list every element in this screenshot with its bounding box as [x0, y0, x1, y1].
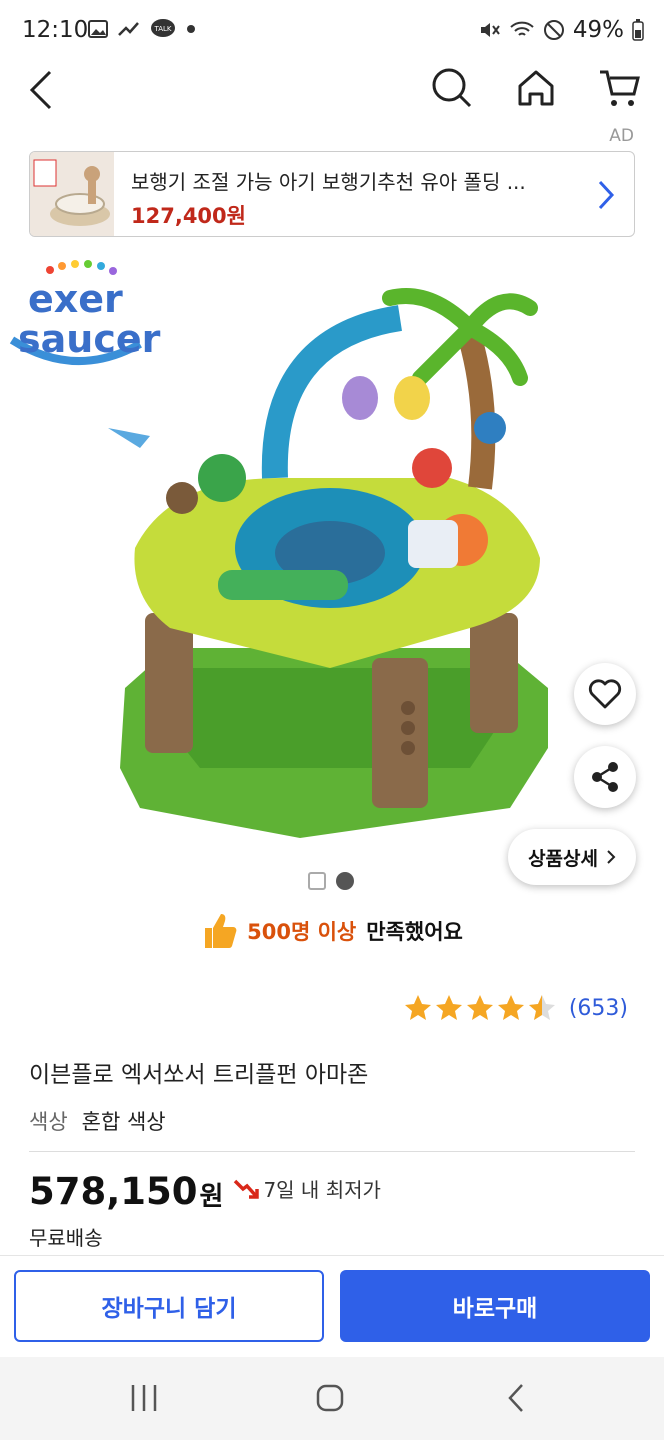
search-icon[interactable] — [430, 66, 474, 110]
trend-down-icon — [234, 1179, 260, 1199]
chevron-right-icon — [598, 180, 615, 210]
satisfaction-count: 500명 이상 — [247, 920, 357, 944]
lowest-price-text: 7일 내 최저가 — [263, 1178, 381, 1202]
trend-icon — [118, 22, 139, 36]
back-nav-icon[interactable] — [504, 1383, 532, 1413]
price-unit: 원 — [199, 1182, 224, 1212]
share-button[interactable] — [574, 746, 636, 808]
ad-thumbnail — [30, 152, 114, 236]
product-detail-button[interactable]: 상품상세 — [508, 829, 636, 885]
share-icon — [592, 762, 618, 792]
wifi-icon — [510, 21, 534, 36]
battery-icon — [632, 19, 644, 41]
product-image[interactable]: exer saucer — [0, 248, 664, 858]
ad-banner[interactable]: 보행기 조절 가능 아기 보행기추천 유아 폴딩 ... 127,400원 — [29, 151, 635, 237]
heart-icon — [588, 679, 622, 709]
pager-video-indicator[interactable] — [308, 872, 326, 890]
rating[interactable]: (653) — [403, 993, 628, 1023]
dot-icon — [187, 25, 195, 33]
battery-level: 49% — [572, 17, 624, 43]
thumbs-up-icon — [205, 914, 237, 948]
status-time: 12:10 — [22, 17, 89, 43]
product-price: 578,150 — [29, 1170, 198, 1213]
satisfaction-banner: 500명 이상 만족했어요 — [0, 912, 664, 950]
lowest-price-badge: 7일 내 최저가 — [233, 1174, 381, 1203]
cart-icon[interactable] — [598, 66, 642, 110]
system-indicators: 49% — [479, 17, 644, 43]
divider — [29, 1151, 635, 1152]
home-nav-icon[interactable] — [316, 1383, 344, 1413]
option-row: 색상 혼합 색상 — [29, 1106, 166, 1136]
brand-logo-line2: saucer — [18, 317, 161, 361]
chevron-right-icon — [607, 850, 616, 864]
brand-logo-line1: exer — [28, 277, 123, 321]
shipping-info: 무료배송 — [29, 1226, 103, 1250]
svg-text:TALK: TALK — [153, 25, 171, 33]
add-to-cart-button[interactable]: 장바구니 담기 — [14, 1270, 324, 1342]
dnd-icon — [543, 20, 564, 40]
image-pager[interactable] — [308, 872, 354, 890]
option-value: 혼합 색상 — [81, 1110, 166, 1134]
price-row: 578,150 원 7일 내 최저가 — [29, 1170, 381, 1213]
ad-title: 보행기 조절 가능 아기 보행기추천 유아 폴딩 ... — [131, 170, 526, 194]
status-bar: 12:10 TALK 49% — [0, 0, 664, 62]
star-rating-icon — [404, 995, 555, 1020]
wishlist-button[interactable] — [574, 663, 636, 725]
back-arrow-icon[interactable] — [24, 66, 64, 114]
product-name: 이븐플로 엑서쏘서 트리플펀 아마존 — [29, 1062, 369, 1088]
brand-logo: exer saucer — [9, 260, 161, 365]
buy-now-button[interactable]: 바로구매 — [340, 1270, 650, 1342]
recent-apps-icon[interactable] — [130, 1383, 158, 1413]
ad-label: AD — [609, 126, 634, 146]
product-detail-label: 상품상세 — [528, 847, 598, 870]
mute-icon — [480, 23, 500, 37]
talk-icon: TALK — [151, 19, 175, 37]
gallery-icon — [88, 20, 108, 38]
option-key: 색상 — [29, 1110, 68, 1134]
notification-icons: TALK — [88, 18, 196, 40]
system-navigation — [0, 1357, 664, 1440]
pager-dot-active[interactable] — [336, 872, 354, 890]
purchase-bar: 장바구니 담기 바로구매 — [0, 1255, 664, 1357]
top-navigation — [0, 62, 664, 122]
satisfaction-text: 만족했어요 — [366, 920, 463, 944]
home-icon[interactable] — [514, 66, 558, 110]
ad-price: 127,400원 — [131, 204, 246, 228]
review-count[interactable]: (653) — [569, 996, 628, 1021]
